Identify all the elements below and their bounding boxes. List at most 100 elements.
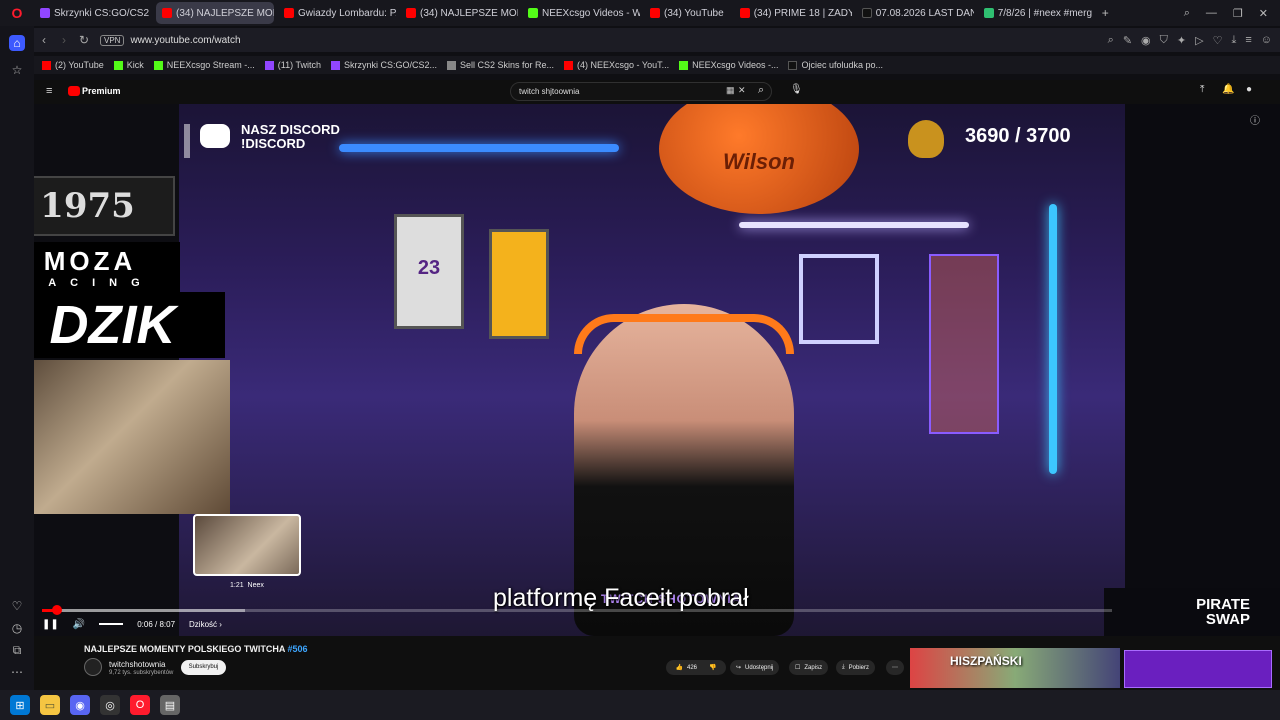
tab-favicon-icon	[739, 8, 750, 18]
maximize-icon[interactable]: ❐	[1233, 7, 1243, 20]
sponsor-1975-text: 1975	[40, 186, 135, 226]
account-avatar[interactable]: ●	[1246, 84, 1252, 95]
ad-text: HISZPAŃSKI	[950, 654, 1022, 668]
download-icon[interactable]: ⤓	[1231, 34, 1236, 47]
bookmark-favicon-icon	[788, 60, 798, 70]
heart-icon[interactable]: ♡	[9, 598, 25, 614]
bookmark-item[interactable]: Kick	[113, 60, 144, 70]
subscribe-button[interactable]: Subskrybuj	[181, 660, 226, 675]
extensions-icon[interactable]: ✦	[1177, 34, 1186, 47]
thumbs-up-icon: 👍	[675, 665, 683, 671]
pinboard-icon[interactable]: ⧉	[9, 642, 25, 658]
video-title: NAJLEPSZE MOMENTY POLSKIEGO TWITCHA #506	[84, 644, 308, 654]
sponsor-dzik-text: DZIK	[49, 295, 176, 355]
search-icon[interactable]: ⌕	[758, 84, 764, 97]
minimize-icon[interactable]: —	[1206, 7, 1217, 20]
browser-tab[interactable]: (34) YouTube	[644, 2, 730, 24]
edit-icon[interactable]: ✎	[1123, 34, 1132, 47]
tab-favicon-icon	[284, 8, 294, 18]
chapter-button[interactable]: Dzikość ›	[189, 620, 222, 629]
notifications-icon[interactable]: 🔔	[1222, 84, 1234, 95]
browser-tab[interactable]: (34) NAJLEPSZE MOM	[156, 2, 274, 24]
progress-scrubber-handle[interactable]	[51, 605, 62, 615]
download-button[interactable]: ⤓ Pobierz	[836, 660, 875, 675]
steam-icon[interactable]: ◎	[100, 695, 120, 715]
profile-icon[interactable]: ☺	[1261, 34, 1272, 47]
bookmark-item[interactable]: Ojciec ufoludka po...	[788, 60, 883, 70]
bookmark-item[interactable]: Skrzynki CS:GO/CS2...	[330, 60, 437, 70]
reload-icon[interactable]: ↻	[74, 33, 94, 47]
hamburger-menu-icon[interactable]: ≡	[46, 85, 52, 97]
bookmark-item[interactable]: (11) Twitch	[264, 60, 321, 70]
tab-label: Gwiazdy Lombardu: PACZ	[298, 7, 396, 19]
save-button[interactable]: ☐ Zapisz	[789, 660, 829, 675]
neon-light	[739, 222, 969, 228]
youtube-premium-label[interactable]: Premium	[82, 86, 121, 96]
new-tab-icon[interactable]: +	[1102, 6, 1109, 20]
menu-icon[interactable]: ≡	[1245, 34, 1251, 47]
windows-start-icon[interactable]: ⊞	[10, 695, 30, 715]
browser-tab[interactable]: 07.08.2026 LAST DANCE	[856, 2, 974, 24]
heart-icon[interactable]: ♡	[1213, 34, 1223, 47]
info-icon[interactable]: ⓘ	[1250, 112, 1260, 127]
bookmark-label: Kick	[126, 60, 144, 70]
history-icon[interactable]: ◷	[9, 620, 25, 636]
search-tabs-icon[interactable]: ⌕	[1184, 7, 1190, 20]
chapter-label: Dzikość	[189, 619, 218, 629]
clear-search-icon[interactable]: ✕	[738, 85, 746, 96]
bookmark-item[interactable]: (2) YouTube	[42, 60, 104, 70]
jersey-frame	[489, 229, 549, 339]
microphone-icon[interactable]: 🎙	[790, 84, 803, 95]
shield-icon[interactable]: ⛉	[1160, 34, 1168, 47]
browser-tab[interactable]: (34) NAJLEPSZE MOMENT	[400, 2, 518, 24]
bookmark-item[interactable]: Sell CS2 Skins for Re...	[446, 60, 554, 70]
forward-icon[interactable]: ›	[54, 33, 74, 47]
url-field[interactable]: www.youtube.com/watch	[130, 35, 240, 46]
play-icon[interactable]: ▷	[1195, 34, 1203, 47]
share-label: Udostępnij	[745, 664, 774, 671]
upload-icon[interactable]: ⤒	[1200, 84, 1204, 95]
sponsor-1975: 1975	[34, 176, 175, 236]
sponsored-thumbnail[interactable]: HISZPAŃSKI	[910, 648, 1120, 688]
browser-tab[interactable]: 7/8/26 | #neex #merg	[978, 2, 1096, 24]
camera-icon[interactable]: ◉	[1141, 34, 1151, 47]
video-player[interactable]: 23 Wilson NASZ DISCORD !DISCORD 3690 / 3…	[34, 104, 1280, 636]
discord-app-icon[interactable]: ◉	[70, 695, 90, 715]
pirate-line1: PIRATE	[1196, 596, 1250, 613]
vpn-badge[interactable]: VPN	[100, 34, 125, 46]
jersey-number: 23	[417, 257, 441, 279]
volume-slider[interactable]	[99, 623, 124, 625]
close-window-icon[interactable]: ✕	[1259, 7, 1268, 20]
more-actions-button[interactable]: ⋯	[886, 660, 904, 675]
pause-icon[interactable]: ❚❚	[42, 619, 59, 630]
star-icon[interactable]: ☆	[9, 62, 25, 78]
bookmark-item[interactable]: NEEXcsgo Videos -...	[679, 60, 778, 70]
bookmark-item[interactable]: (4) NEEXcsgo - YouT...	[564, 60, 669, 70]
video-episode-tag[interactable]: #506	[288, 644, 308, 654]
volume-icon[interactable]: 🔊	[73, 619, 85, 630]
youtube-logo-icon[interactable]	[68, 86, 80, 96]
hover-time: 1:21	[230, 582, 244, 589]
headset-icon	[574, 314, 794, 354]
opera-app-icon[interactable]: O	[130, 695, 150, 715]
tab-favicon-icon	[983, 8, 994, 18]
tab-favicon-icon	[861, 8, 872, 18]
more-icon[interactable]: ⋯	[9, 664, 25, 680]
channel-avatar[interactable]	[84, 658, 102, 676]
bookmark-item[interactable]: NEEXcsgo Stream -...	[153, 60, 255, 70]
browser-tab[interactable]: Gwiazdy Lombardu: PACZ	[278, 2, 396, 24]
file-explorer-icon[interactable]: ▭	[40, 695, 60, 715]
keyboard-icon[interactable]: ▦	[726, 85, 735, 96]
share-button[interactable]: ↪ Udostępnij	[730, 660, 780, 675]
terminal-icon[interactable]: ▤	[160, 695, 180, 715]
opera-logo-icon[interactable]: O	[0, 0, 34, 26]
zoom-icon[interactable]: ⌕	[1108, 34, 1114, 47]
tab-favicon-icon	[40, 8, 50, 18]
home-icon[interactable]: ⌂	[9, 35, 25, 51]
browser-tab[interactable]: (34) PRIME 18 | ZADYMA	[734, 2, 852, 24]
back-icon[interactable]: ‹	[34, 33, 54, 47]
browser-tab[interactable]: Skrzynki CS:GO/CS2 | G4S	[34, 2, 152, 24]
channel-name[interactable]: twitchshotownia	[109, 660, 165, 669]
like-button[interactable]: 👍 426 👎	[666, 660, 726, 675]
browser-tab[interactable]: NEEXcsgo Videos - Watch	[522, 2, 640, 24]
